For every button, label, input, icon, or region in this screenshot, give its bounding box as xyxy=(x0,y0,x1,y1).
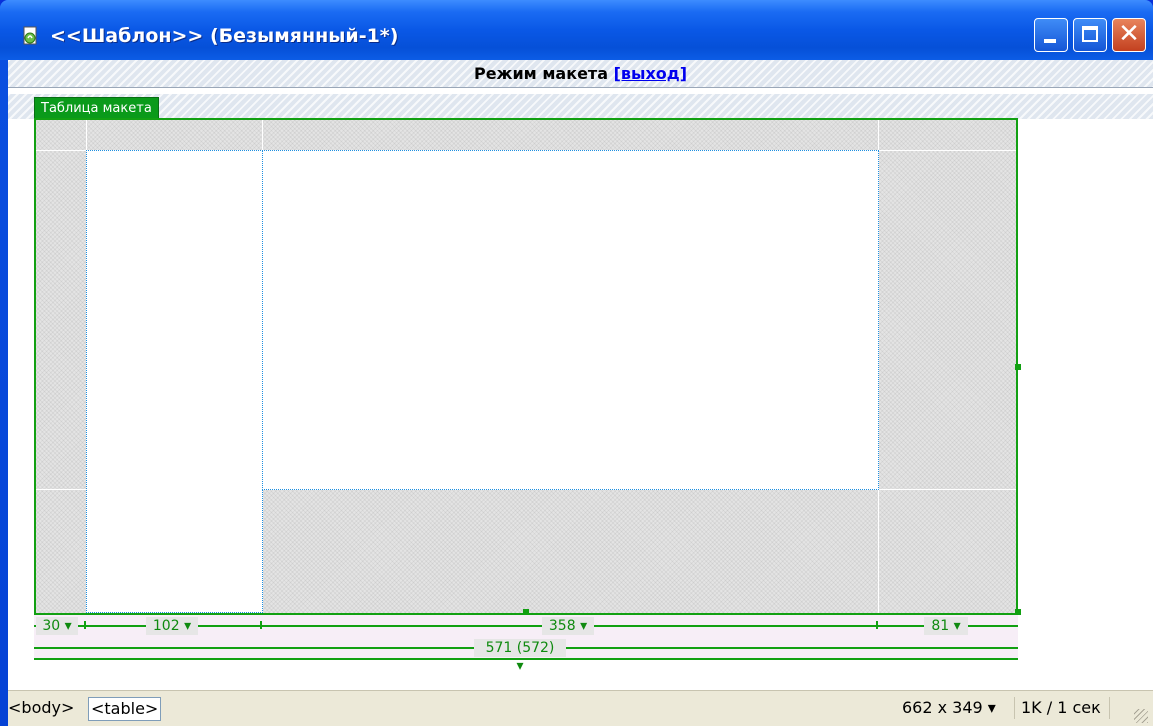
tag-selector-table[interactable]: <table> xyxy=(88,697,162,721)
layout-cell-main[interactable] xyxy=(262,150,879,490)
column-width-menu[interactable]: 81 ▾ xyxy=(924,617,968,635)
window-title: <<Шаблон>> (Безымянный-1*) xyxy=(50,25,399,47)
layout-tab-strip xyxy=(8,94,1153,119)
layout-mode-label: Режим макета xyxy=(473,64,608,83)
maximize-icon xyxy=(1082,26,1098,42)
close-icon: ✕ xyxy=(1118,19,1140,49)
maximize-button[interactable] xyxy=(1073,18,1107,52)
table-width-menu[interactable]: 571 (572) ▾ xyxy=(474,639,566,674)
ruler-tick xyxy=(876,621,878,629)
minimize-icon xyxy=(1044,39,1056,43)
tag-selector-body[interactable]: <body> xyxy=(8,697,74,719)
layout-cell-left[interactable] xyxy=(86,150,263,613)
ruler-bottom-line xyxy=(34,658,1018,660)
ruler-tick xyxy=(84,621,86,629)
layout-mode-bar: Режим макета [выход] xyxy=(8,60,1153,88)
exit-layout-mode-link[interactable]: [выход] xyxy=(614,64,687,83)
document-area[interactable]: Режим макета [выход] Таблица макета 30 ▾… xyxy=(8,60,1153,726)
close-button[interactable]: ✕ xyxy=(1112,18,1146,52)
column-width-menu[interactable]: 102 ▾ xyxy=(146,617,198,635)
resize-grip-icon[interactable] xyxy=(1134,709,1148,723)
minimize-button[interactable] xyxy=(1034,18,1068,52)
layout-table[interactable] xyxy=(34,118,1021,615)
document-icon xyxy=(22,26,40,46)
column-width-menu[interactable]: 358 ▾ xyxy=(542,617,594,635)
grid-line xyxy=(262,120,263,150)
window-size-menu[interactable]: 662 x 349 ▾ xyxy=(902,697,996,719)
application-window: <<Шаблон>> (Безымянный-1*) ✕ Режим макет… xyxy=(0,0,1153,726)
resize-handle[interactable] xyxy=(1015,364,1021,370)
column-width-ruler: 30 ▾ 102 ▾ 358 ▾ 81 ▾ 571 (572) ▾ xyxy=(34,615,1018,674)
ruler-tick xyxy=(260,621,262,629)
status-bar: <body> <table> 662 x 349 ▾ 1K / 1 сек xyxy=(8,690,1153,726)
layout-table-tab[interactable]: Таблица макета xyxy=(34,97,159,119)
download-time: 1K / 1 сек xyxy=(1014,697,1110,719)
title-bar[interactable]: <<Шаблон>> (Безымянный-1*) ✕ xyxy=(0,0,1153,60)
column-width-menu[interactable]: 30 ▾ xyxy=(36,617,78,635)
